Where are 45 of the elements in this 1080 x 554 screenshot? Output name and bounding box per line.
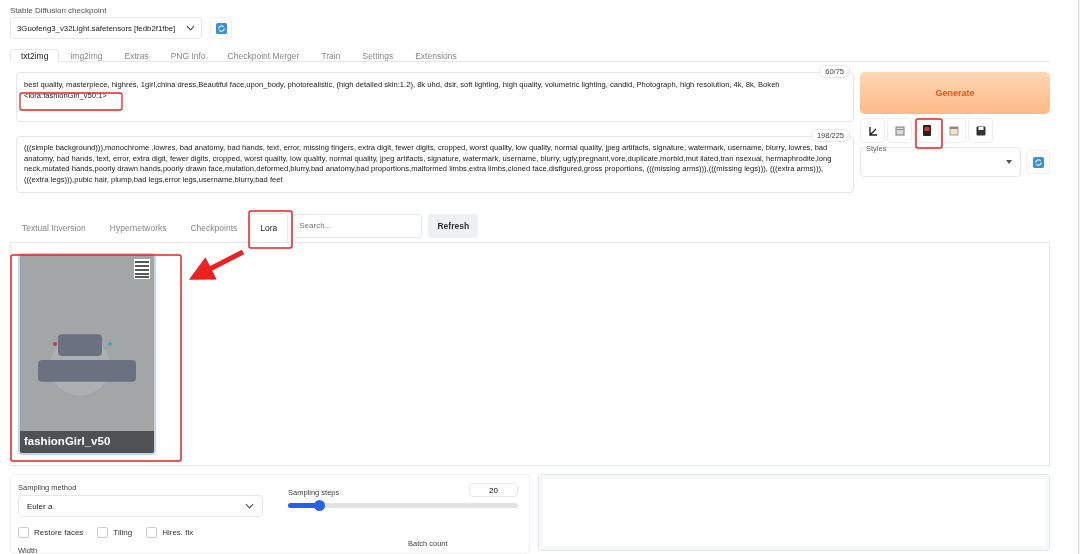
highlight-box (248, 210, 293, 249)
tab[interactable]: PNG Info (159, 49, 217, 62)
annotation-arrow (188, 249, 245, 280)
tab[interactable]: Checkpoints (178, 213, 250, 242)
tab[interactable]: Lora (249, 213, 289, 242)
checkbox-label: Tiling (113, 528, 133, 537)
refresh-icon (215, 22, 227, 34)
refresh-button[interactable] (1026, 150, 1050, 174)
card-title: fashionGirl_v50 (20, 431, 154, 453)
toolbar-button[interactable] (860, 118, 885, 143)
menu-icon[interactable] (134, 259, 150, 279)
tab[interactable]: Extensions (404, 49, 468, 62)
tab[interactable]: Checkpoint Merger (216, 49, 311, 62)
steps-field[interactable]: 20 (469, 483, 518, 497)
refresh-button[interactable]: Refresh (428, 213, 479, 238)
lora-card[interactable]: fashionGirl_v50 (18, 253, 156, 455)
chevron-icon (186, 25, 195, 31)
slider-thumb[interactable] (314, 500, 326, 511)
highlight-box (915, 118, 943, 149)
checkbox[interactable] (97, 527, 109, 538)
tab[interactable]: Settings (351, 49, 405, 62)
tab[interactable]: txt2img (10, 49, 60, 62)
tab[interactable]: img2img (59, 49, 114, 62)
picture-icon (894, 125, 905, 136)
chevron-icon (245, 503, 254, 509)
clipboard-icon (948, 125, 959, 136)
checkbox-label: Restore faces (34, 528, 84, 537)
checkbox-label: Hires. fix (162, 528, 194, 537)
checkbox[interactable] (18, 527, 29, 538)
tab[interactable]: Textual Inversion (10, 213, 98, 242)
card-icon (922, 125, 931, 136)
tab[interactable]: Extras (113, 49, 160, 62)
dropdown-arrow-icon (1006, 160, 1013, 164)
toolbar-button[interactable] (968, 118, 993, 143)
refresh-icon (1032, 156, 1044, 168)
arrow-icon (867, 125, 878, 136)
checkbox[interactable] (146, 527, 158, 538)
save-icon (975, 125, 986, 136)
checkpoint-label: Stable Diffusion checkpoint (10, 6, 108, 15)
sampling-method-dropdown[interactable]: Euler a (18, 495, 263, 517)
search-field[interactable]: Search... (292, 213, 423, 238)
tab[interactable]: Hypernetworks (97, 213, 179, 242)
tab[interactable]: Train (310, 49, 352, 62)
generate-button[interactable]: Generate (860, 72, 1050, 114)
refresh-button[interactable] (210, 17, 232, 39)
